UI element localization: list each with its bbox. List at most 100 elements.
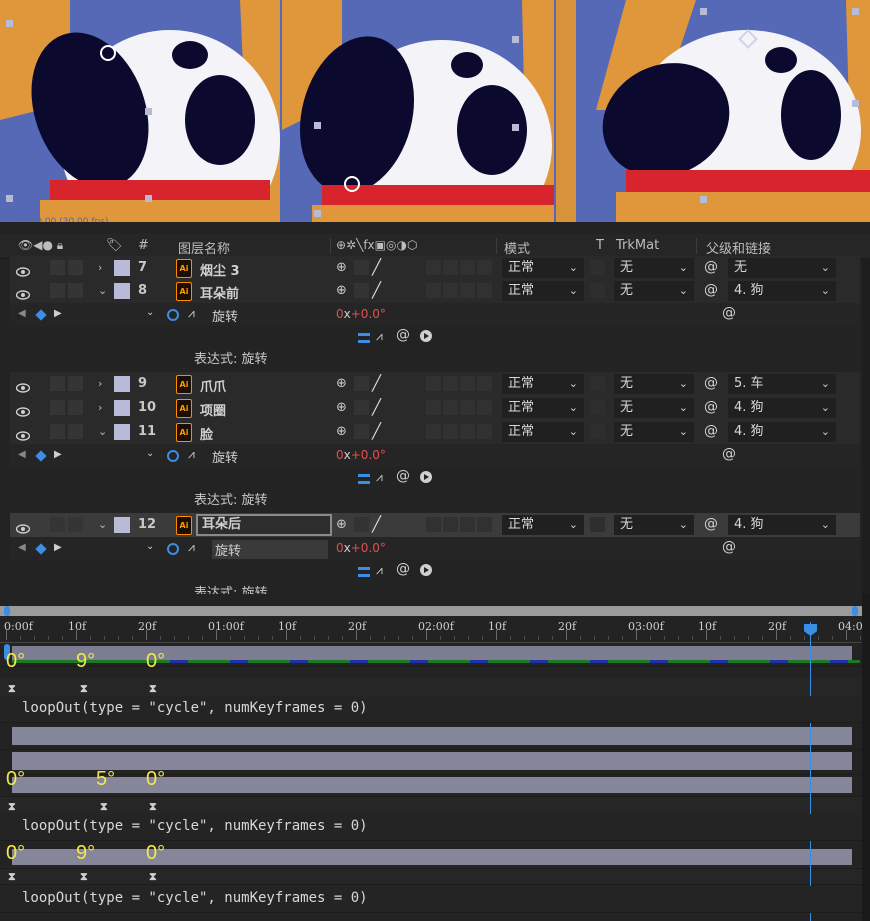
pickwhip-icon[interactable]: @	[704, 399, 718, 415]
3d-switch[interactable]	[477, 424, 492, 439]
collapse-switch[interactable]	[354, 424, 369, 439]
effect-switch[interactable]	[426, 376, 441, 391]
layer-row[interactable]: ⌄ 12 Ai 耳朵后 ⊕ ╱ 正常 ⌄ 无 ⌄ @ 4. 狗 ⌄	[10, 513, 860, 538]
hold-keyframe-icon[interactable]: ⧗	[100, 800, 108, 814]
layer-duration-bar-row[interactable]	[0, 846, 862, 869]
3d-switch[interactable]	[477, 400, 492, 415]
layer-name[interactable]: 项圈	[200, 400, 226, 419]
layer-duration-bar-row[interactable]	[0, 774, 862, 797]
expression-track[interactable]: loopOut(type = "cycle", numKeyframes = 0…	[0, 814, 862, 841]
trkmat-dropdown[interactable]: 无 ⌄	[614, 515, 694, 535]
label-color-swatch[interactable]	[114, 283, 130, 299]
collapse-switch[interactable]	[354, 517, 369, 532]
pickwhip-icon[interactable]: @	[704, 516, 718, 532]
audio-toggle[interactable]	[50, 400, 65, 415]
parent-dropdown[interactable]: 4. 狗 ⌄	[728, 281, 836, 301]
chevron-right-icon[interactable]: ›	[98, 261, 102, 274]
graph-icon[interactable]: ⩘	[188, 306, 195, 321]
lock-toggle[interactable]	[68, 400, 83, 415]
label-color-swatch[interactable]	[114, 424, 130, 440]
mode-dropdown[interactable]: 正常 ⌄	[502, 374, 584, 394]
expression-language-menu-icon[interactable]	[420, 564, 432, 576]
quality-switch-icon[interactable]: ╱	[372, 515, 381, 533]
expression-text[interactable]: loopOut(type = "cycle", numKeyframes = 0…	[22, 818, 368, 834]
lock-toggle[interactable]	[68, 260, 83, 275]
frame-blend-switch[interactable]	[443, 400, 458, 415]
audio-toggle[interactable]	[50, 260, 65, 275]
layer-duration-bar[interactable]	[12, 752, 852, 770]
layer-duration-bar[interactable]	[12, 727, 852, 745]
effect-switch[interactable]	[426, 424, 441, 439]
frame-blend-switch[interactable]	[443, 260, 458, 275]
transform-handle[interactable]	[145, 195, 152, 202]
trkmat-dropdown[interactable]: 无 ⌄	[614, 258, 694, 278]
stopwatch-icon[interactable]	[167, 543, 179, 555]
layer-name[interactable]: 爪爪	[200, 376, 226, 395]
label-color-swatch[interactable]	[114, 400, 130, 416]
quality-switch-icon[interactable]: ╱	[372, 398, 381, 416]
preserve-transparency-toggle[interactable]	[590, 424, 605, 439]
hold-keyframe-icon[interactable]: ⧗	[8, 682, 16, 696]
layer-duration-bar-row[interactable]	[0, 644, 862, 667]
hold-keyframe-icon[interactable]: ⧗	[149, 682, 157, 696]
prev-keyframe-icon[interactable]: ◀	[18, 308, 26, 319]
layer-duration-bar[interactable]	[12, 777, 852, 793]
mode-dropdown[interactable]: 正常 ⌄	[502, 422, 584, 442]
pickwhip-icon[interactable]: @	[722, 539, 736, 555]
preserve-transparency-toggle[interactable]	[590, 517, 605, 532]
pickwhip-icon[interactable]: @	[704, 423, 718, 439]
layer-duration-bar-row[interactable]	[0, 727, 862, 750]
lock-toggle[interactable]	[68, 424, 83, 439]
mode-dropdown[interactable]: 正常 ⌄	[502, 398, 584, 418]
motion-blur-switch[interactable]	[460, 424, 475, 439]
motion-blur-switch[interactable]	[460, 283, 475, 298]
layer-name[interactable]: 烟尘 3	[200, 260, 240, 279]
parent-dropdown[interactable]: 4. 狗 ⌄	[728, 515, 836, 535]
anchor-point-icon[interactable]	[344, 176, 360, 192]
expression-graph-icon[interactable]: ⩘	[376, 329, 383, 344]
quality-switch-icon[interactable]: ╱	[372, 374, 381, 392]
transform-handle[interactable]	[145, 108, 152, 115]
frame-blend-switch[interactable]	[443, 517, 458, 532]
transform-handle[interactable]	[6, 195, 13, 202]
mode-dropdown[interactable]: 正常 ⌄	[502, 515, 584, 535]
quality-switch-icon[interactable]: ╱	[372, 422, 381, 440]
mode-dropdown[interactable]: 正常 ⌄	[502, 281, 584, 301]
motion-blur-switch[interactable]	[460, 517, 475, 532]
eye-icon[interactable]	[15, 262, 31, 277]
trkmat-dropdown[interactable]: 无 ⌄	[614, 422, 694, 442]
transform-handle[interactable]	[512, 124, 519, 131]
lock-toggle[interactable]	[68, 517, 83, 532]
layer-duration-bar[interactable]	[12, 849, 852, 865]
next-keyframe-icon[interactable]: ▶	[54, 308, 62, 319]
transform-handle[interactable]	[700, 196, 707, 203]
trkmat-dropdown[interactable]: 无 ⌄	[614, 398, 694, 418]
pickwhip-icon[interactable]: @	[704, 282, 718, 298]
quality-switch-icon[interactable]: ╱	[372, 258, 381, 276]
motion-blur-switch[interactable]	[460, 260, 475, 275]
lock-toggle[interactable]	[68, 283, 83, 298]
transform-handle[interactable]	[512, 36, 519, 43]
expression-graph-icon[interactable]: ⩘	[376, 470, 383, 485]
eye-icon[interactable]	[15, 285, 31, 300]
frame-blend-switch[interactable]	[443, 283, 458, 298]
trkmat-dropdown[interactable]: 无 ⌄	[614, 374, 694, 394]
chevron-down-icon[interactable]: ⌄	[146, 448, 154, 459]
expression-pickwhip-icon[interactable]: @	[396, 468, 410, 484]
trkmat-dropdown[interactable]: 无 ⌄	[614, 281, 694, 301]
effect-switch[interactable]	[426, 283, 441, 298]
hold-keyframe-icon[interactable]: ⧗	[149, 800, 157, 814]
layer-row[interactable]: › 10 Ai 项圈 ⊕ ╱ 正常 ⌄ 无 ⌄ @ 4. 狗 ⌄	[10, 396, 860, 421]
transform-handle[interactable]	[6, 20, 13, 27]
preserve-transparency-toggle[interactable]	[590, 376, 605, 391]
3d-switch[interactable]	[477, 283, 492, 298]
rotation-value[interactable]: 0x+0.0°	[336, 448, 386, 462]
work-area-start-handle[interactable]	[4, 606, 10, 616]
expression-language-menu-icon[interactable]	[420, 471, 432, 483]
expression-pickwhip-icon[interactable]: @	[396, 561, 410, 577]
quality-switch-icon[interactable]: ╱	[372, 281, 381, 299]
motion-blur-switch[interactable]	[460, 400, 475, 415]
hold-keyframe-icon[interactable]: ⧗	[80, 682, 88, 696]
anchor-point-icon[interactable]	[100, 45, 116, 61]
shy-anchor-icon[interactable]: ⊕	[336, 424, 347, 439]
